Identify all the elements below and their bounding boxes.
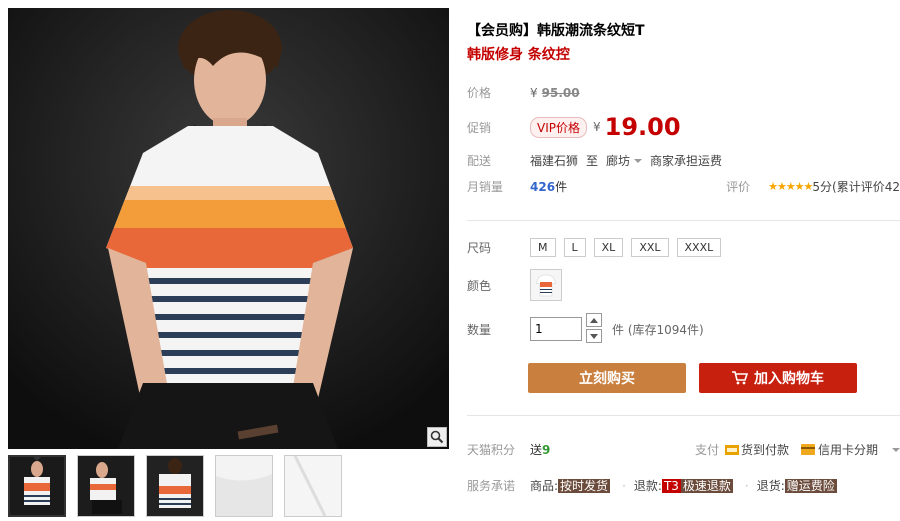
service-item-ship[interactable]: 商品: 按时发货: [530, 477, 611, 494]
installment-label: 信用卡分期: [817, 443, 878, 457]
rating-text[interactable]: 5分(累计评价42: [812, 178, 900, 195]
separator-dot: ·: [744, 478, 749, 493]
sales-row: 月销量 426 件 评价 ★★★★★ 5分(累计评价42: [467, 178, 900, 195]
promo-label: 促销: [467, 120, 492, 135]
promo-currency: ¥: [593, 120, 601, 134]
service-refund-prefix: 退款:: [633, 479, 662, 493]
size-option-xxl[interactable]: XXL: [631, 238, 669, 257]
service-refund-tag: 极速退款: [680, 479, 733, 493]
service-refund-badge: T3: [661, 479, 681, 493]
price-row: 价格 ¥ 95.00: [467, 84, 580, 101]
thumbnail-image: [10, 457, 64, 515]
installment-item[interactable]: 信用卡分期: [800, 441, 878, 458]
cod-label: 货到付款: [740, 443, 789, 457]
chevron-down-icon: [590, 333, 598, 339]
chevron-down-icon[interactable]: [892, 447, 900, 456]
model-photo: [8, 8, 449, 449]
service-return-tag: 赠运费险: [784, 479, 837, 493]
cart-icon: [732, 371, 748, 385]
sales-unit: 件: [555, 180, 568, 194]
thumbnail-image: [216, 456, 272, 516]
chevron-up-icon: [590, 317, 598, 323]
cash-on-delivery-icon: [724, 444, 739, 455]
points-value: 9: [542, 442, 551, 457]
service-item-refund[interactable]: 退款: T3 极速退款: [634, 477, 733, 494]
product-subtitle: 韩版修身 条纹控: [467, 47, 570, 63]
size-row: 尺码 M L XL XXL XXXL: [467, 238, 729, 257]
promo-price: 19.00: [604, 113, 681, 141]
quantity-label: 数量: [467, 322, 492, 337]
cod-item[interactable]: 货到付款: [724, 441, 789, 458]
payment-label: 支付: [694, 443, 719, 457]
quantity-input[interactable]: [530, 317, 582, 341]
thumbnail-image: [285, 456, 341, 516]
tshirt-swatch-image: [531, 270, 561, 300]
thumbnail-1[interactable]: [8, 455, 66, 517]
points-payment-row: 天猫积分 送 9 支付 货到付款 信用卡分期: [467, 441, 900, 458]
size-option-m[interactable]: M: [530, 238, 556, 257]
shipping-fee: 商家承担运费: [650, 154, 723, 168]
sales-label: 月销量: [467, 180, 504, 194]
size-label: 尺码: [467, 241, 492, 255]
ship-to-select[interactable]: 廊坊: [606, 152, 630, 169]
shipping-row: 配送 福建石狮 至 廊坊 商家承担运费: [467, 152, 722, 169]
quantity-stepper: [586, 313, 602, 345]
divider: [467, 220, 900, 221]
promo-row: 促销 VIP价格 ¥ 19.00: [467, 113, 681, 141]
thumbnail-3[interactable]: [146, 455, 204, 517]
product-title: 【会员购】韩版潮流条纹短T: [467, 23, 645, 39]
add-to-cart-label: 加入购物车: [754, 371, 824, 387]
zoom-button[interactable]: [427, 427, 447, 447]
quantity-row: 数量 件 (库存1094件): [467, 313, 704, 345]
divider: [467, 415, 900, 416]
sales-count: 426: [530, 179, 556, 194]
color-label: 颜色: [467, 278, 492, 293]
service-ship-tag: 按时发货: [558, 479, 611, 493]
thumbnail-2[interactable]: [77, 455, 135, 517]
main-product-image[interactable]: [8, 8, 449, 449]
price-currency: ¥: [530, 85, 538, 100]
color-option-swatch[interactable]: [530, 269, 562, 301]
ship-to-word: 至: [586, 154, 599, 168]
service-row: 服务承诺 商品: 按时发货 · 退款: T3 极速退款 · 退货: 赠运费险: [467, 477, 847, 494]
credit-card-icon: [800, 444, 815, 455]
rating-stars-icon: ★★★★★: [768, 180, 813, 193]
price-label: 价格: [467, 86, 492, 100]
service-label: 服务承诺: [467, 479, 516, 493]
buy-now-label: 立刻购买: [579, 371, 635, 387]
quantity-decrease-button[interactable]: [586, 329, 602, 343]
chevron-down-icon[interactable]: [634, 158, 643, 167]
product-info-panel: 【会员购】韩版潮流条纹短T 韩版修身 条纹控 价格 ¥ 95.00 促销 VIP…: [467, 10, 900, 493]
add-to-cart-button[interactable]: 加入购物车: [699, 363, 857, 393]
size-option-xl[interactable]: XL: [593, 238, 624, 257]
quantity-increase-button[interactable]: [586, 313, 602, 327]
rating-label: 评价: [726, 180, 751, 194]
buy-now-button[interactable]: 立刻购买: [528, 363, 686, 393]
ship-from: 福建石狮: [530, 154, 579, 168]
color-row: 颜色: [467, 269, 562, 301]
thumbnail-4[interactable]: [215, 455, 273, 517]
size-option-xxxl[interactable]: XXXL: [676, 238, 722, 257]
vip-price-tag: VIP价格: [530, 116, 587, 138]
points-text: 送: [530, 443, 543, 457]
size-option-l[interactable]: L: [563, 238, 586, 257]
service-item-return[interactable]: 退货: 赠运费险: [757, 477, 837, 494]
separator-dot: ·: [622, 478, 626, 493]
original-price: 95.00: [541, 85, 580, 100]
points-label: 天猫积分: [467, 443, 516, 457]
magnifier-icon: [430, 430, 444, 444]
thumbnail-image: [147, 456, 203, 516]
thumbnail-image: [78, 456, 134, 516]
stock-text: 件 (库存1094件): [612, 322, 704, 337]
service-return-prefix: 退货:: [756, 479, 785, 493]
service-ship-prefix: 商品:: [530, 479, 559, 493]
thumbnail-5[interactable]: [284, 455, 342, 517]
thumbnail-strip: [8, 455, 342, 517]
shipping-label: 配送: [467, 154, 492, 168]
